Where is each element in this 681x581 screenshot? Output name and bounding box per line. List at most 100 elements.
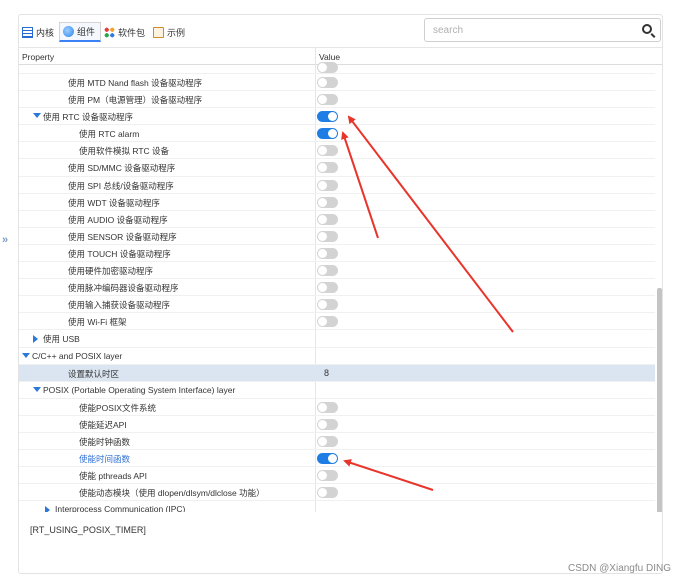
property-row[interactable]: 使能 pthreads API [19,467,655,485]
property-label: 使用 SENSOR 设备驱动程序 [68,231,177,242]
toggle-switch[interactable] [317,487,338,499]
property-row[interactable]: 使用软件模拟 RTC 设备 [19,142,655,160]
toggle-switch[interactable] [317,316,338,328]
property-row[interactable]: 使用 USB [19,330,655,348]
property-row[interactable] [19,62,655,74]
property-row[interactable]: 使用 PM（电源管理）设备驱动程序 [19,91,655,109]
vertical-scrollbar[interactable] [657,288,662,512]
toggle-switch[interactable] [317,196,338,208]
toggle-switch[interactable] [317,470,338,482]
property-row[interactable]: 设置默认时区 8 [19,364,655,382]
property-label: 使用 SPI 总线/设备驱动程序 [68,180,174,191]
tab-label: 软件包 [118,27,146,38]
toggle-switch[interactable] [317,145,338,157]
toggle-switch[interactable] [317,111,338,123]
toggle-switch[interactable] [317,282,338,294]
property-row[interactable]: 使用 SPI 总线/设备驱动程序 [19,177,655,194]
toggle-switch[interactable] [317,179,338,191]
search-input[interactable] [425,19,625,41]
collapse-arrow-icon[interactable] [33,113,41,119]
grid-header: Property Value [19,48,662,65]
property-label: 使用输入捕获设备驱动程序 [68,300,171,311]
property-label: 使用 USB [43,334,80,345]
expand-arrow-icon[interactable] [45,506,50,512]
toggle-switch[interactable] [317,94,338,106]
toggle-switch[interactable] [317,247,338,259]
property-grid: Property Value 使用 MTD Nand flash 设备驱动程序使… [19,47,662,512]
property-row[interactable]: 使用脉冲编码器设备驱动程序 [19,279,655,297]
property-label: 使用硬件加密驱动程序 [68,266,154,277]
property-label: 使用 AUDIO 设备驱动程序 [68,214,168,225]
tab-label: 组件 [77,27,96,37]
collapse-arrow-icon[interactable] [22,352,30,358]
toggle-switch[interactable] [317,213,338,225]
property-row[interactable]: 使用输入捕获设备驱动程序 [19,296,655,314]
property-label: 使用脉冲编码器设备驱动程序 [68,283,179,294]
property-label: 使用 WDT 设备驱动程序 [68,197,160,208]
property-row[interactable]: Interprocess Communication (IPC) [19,501,655,512]
property-value-input[interactable]: 8 [324,368,329,378]
tab-package[interactable]: 软件包 [101,22,150,42]
component-icon [63,26,75,37]
package-icon [104,26,116,38]
property-label: 使能延迟API [79,419,127,430]
property-row[interactable]: 使用 TOUCH 设备驱动程序 [19,245,655,263]
property-label: 使能时钟函数 [79,436,131,447]
toggle-switch[interactable] [317,77,338,88]
property-row[interactable]: 使能动态模块（使用 dlopen/dlsym/dlclose 功能） [19,484,655,502]
value-column-header[interactable]: Value [319,52,340,62]
tab-example[interactable]: 示例 [150,22,190,42]
tab-label: 内核 [36,27,55,38]
property-label: 使用 RTC alarm [79,129,140,140]
toggle-switch[interactable] [317,265,338,277]
toolbar-tabs: 内核 组件 软件包 示例 [19,22,190,42]
tab-kernel[interactable]: 内核 [19,22,59,42]
property-row[interactable]: 使能时间函数 [19,450,655,468]
property-row[interactable]: 使用 SD/MMC 设备驱动程序 [19,159,655,177]
property-row[interactable]: 使用 SENSOR 设备驱动程序 [19,228,655,245]
property-column-header[interactable]: Property [22,52,54,62]
toggle-switch[interactable] [317,401,338,413]
property-row[interactable]: 使能POSIX文件系统 [19,399,655,416]
toggle-switch[interactable] [317,435,338,447]
toggle-switch[interactable] [317,162,338,174]
example-icon [153,26,165,38]
property-label: POSIX (Portable Operating System Interfa… [43,384,236,395]
property-row[interactable]: 使用 RTC 设备驱动程序 [19,108,655,126]
toggle-switch[interactable] [317,62,338,73]
toggle-switch[interactable] [317,230,338,242]
toggle-switch[interactable] [317,418,338,430]
property-label: 使用 TOUCH 设备驱动程序 [68,248,171,259]
property-row[interactable]: 使用 RTC alarm [19,125,655,143]
search-box[interactable] [424,18,661,42]
toggle-switch[interactable] [317,128,338,140]
toggle-switch[interactable] [317,299,338,311]
collapse-arrow-icon[interactable] [33,386,41,392]
tab-component[interactable]: 组件 [59,22,102,42]
property-label: 使用 SD/MMC 设备驱动程序 [68,163,176,174]
toggle-switch[interactable] [317,453,338,465]
property-label: 使能时间函数 [79,454,131,465]
kernel-icon [22,26,33,38]
property-label: 使用 Wi-Fi 框架 [68,317,127,328]
expand-arrow-icon[interactable] [33,335,38,344]
property-row[interactable]: C/C++ and POSIX layer [19,348,655,365]
property-row[interactable]: 使用 WDT 设备驱动程序 [19,194,655,211]
property-row[interactable]: 使用 Wi-Fi 框架 [19,313,655,331]
watermark: CSDN @Xiangfu DING [568,563,671,574]
property-row[interactable]: 使用硬件加密驱动程序 [19,262,655,280]
property-label: 使用 RTC 设备驱动程序 [43,112,134,123]
property-row[interactable]: 使用 AUDIO 设备驱动程序 [19,211,655,228]
property-row[interactable]: 使能延迟API [19,416,655,433]
property-row[interactable]: POSIX (Portable Operating System Interfa… [19,382,655,399]
property-label: 使能动态模块（使用 dlopen/dlsym/dlclose 功能） [79,488,265,499]
property-label: C/C++ and POSIX layer [32,350,123,361]
property-label: 使用软件模拟 RTC 设备 [79,146,170,157]
expand-sidebar-icon[interactable]: » [2,234,8,246]
property-row[interactable]: 使用 MTD Nand flash 设备驱动程序 [19,74,655,92]
search-icon[interactable] [642,24,652,34]
property-label: 设置默认时区 [68,368,120,379]
property-row[interactable]: 使能时钟函数 [19,433,655,451]
property-rows: 使用 MTD Nand flash 设备驱动程序 使用 PM（电源管理）设备驱动程… [19,62,655,512]
property-description: [RT_USING_POSIX_TIMER] [30,525,146,535]
